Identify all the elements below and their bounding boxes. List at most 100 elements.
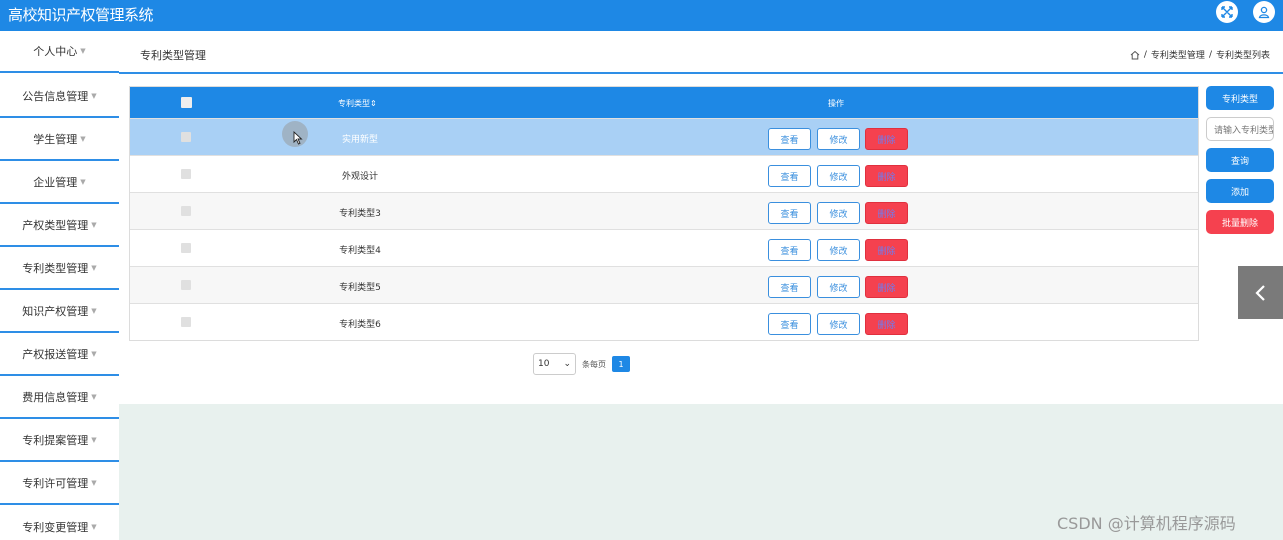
- view-button[interactable]: 查看: [768, 276, 811, 298]
- view-button[interactable]: 查看: [768, 128, 811, 150]
- sidebar-item-label: 公告信息管理: [22, 90, 89, 103]
- edit-button[interactable]: 修改: [817, 202, 860, 224]
- table-row[interactable]: 专利类型5 查看 修改 删除: [130, 266, 1198, 303]
- delete-button[interactable]: 删除: [865, 128, 908, 150]
- mouse-cursor-icon: [293, 131, 303, 145]
- caret-down-icon: ▼: [91, 350, 97, 358]
- column-header-operation: 操作: [828, 99, 844, 108]
- sidebar-item-label: 产权类型管理: [22, 219, 89, 232]
- caret-down-icon: ▼: [91, 393, 97, 401]
- row-checkbox[interactable]: [181, 169, 191, 179]
- table-row[interactable]: 外观设计 查看 修改 删除: [130, 155, 1198, 192]
- row-checkbox[interactable]: [181, 280, 191, 290]
- top-bar: 高校知识产权管理系统: [0, 0, 1283, 31]
- sidebar-item-property-types[interactable]: 产权类型管理 ▼: [0, 205, 119, 247]
- view-button[interactable]: 查看: [768, 239, 811, 261]
- search-input[interactable]: 请输入专利类型: [1206, 117, 1274, 141]
- search-button[interactable]: 查询: [1206, 148, 1274, 172]
- view-button[interactable]: 查看: [768, 165, 811, 187]
- sidebar-item-label: 专利许可管理: [22, 477, 89, 490]
- collapse-panel-button[interactable]: [1238, 266, 1283, 319]
- per-page-label: 条每页: [582, 360, 606, 369]
- sidebar-item-label: 费用信息管理: [22, 391, 89, 404]
- page-header: 专利类型管理 / 专利类型管理 / 专利类型列表: [119, 31, 1283, 74]
- batch-delete-button[interactable]: 批量删除: [1206, 210, 1274, 234]
- sidebar-item-students[interactable]: 学生管理 ▼: [0, 119, 119, 161]
- edit-button[interactable]: 修改: [817, 239, 860, 261]
- sidebar-item-submissions[interactable]: 产权报送管理 ▼: [0, 334, 119, 376]
- edit-button[interactable]: 修改: [817, 276, 860, 298]
- view-button[interactable]: 查看: [768, 313, 811, 335]
- sidebar-item-label: 企业管理: [33, 176, 78, 189]
- caret-down-icon: ▼: [80, 178, 86, 186]
- breadcrumb: / 专利类型管理 / 专利类型列表: [1130, 48, 1270, 61]
- delete-button[interactable]: 删除: [865, 276, 908, 298]
- sidebar: 个人中心 ▼ 公告信息管理 ▼ 学生管理 ▼ 企业管理 ▼ 产权类型管理 ▼ 专利类型管理…: [0, 31, 119, 540]
- sidebar-item-fees[interactable]: 费用信息管理 ▼: [0, 377, 119, 419]
- watermark: CSDN @计算机程序源码: [1057, 514, 1236, 533]
- sidebar-item-label: 专利类型管理: [22, 262, 89, 275]
- edit-button[interactable]: 修改: [817, 128, 860, 150]
- cell-type-name: 实用新型: [341, 135, 378, 145]
- cell-type-name: 外观设计: [341, 172, 378, 182]
- table-row[interactable]: 专利类型3 查看 修改 删除: [130, 192, 1198, 229]
- cell-type-name: 专利类型3: [339, 209, 381, 219]
- row-checkbox[interactable]: [181, 317, 191, 327]
- caret-down-icon: ▼: [91, 479, 97, 487]
- row-checkbox[interactable]: [181, 132, 191, 142]
- chevron-left-icon: [1254, 284, 1265, 301]
- caret-down-icon: ▼: [91, 221, 97, 229]
- fullscreen-icon[interactable]: [1216, 1, 1238, 23]
- app-title: 高校知识产权管理系统: [8, 6, 154, 24]
- cell-type-name: 专利类型5: [339, 283, 381, 293]
- row-checkbox[interactable]: [181, 243, 191, 253]
- page-title: 专利类型管理: [140, 49, 206, 62]
- sidebar-item-proposals[interactable]: 专利提案管理 ▼: [0, 420, 119, 462]
- home-icon[interactable]: [1130, 50, 1140, 60]
- add-button[interactable]: 添加: [1206, 179, 1274, 203]
- sidebar-item-ip[interactable]: 知识产权管理 ▼: [0, 291, 119, 333]
- page-number-current[interactable]: 1: [612, 356, 630, 372]
- delete-button[interactable]: 删除: [865, 165, 908, 187]
- caret-down-icon: ▼: [80, 47, 86, 55]
- view-button[interactable]: 查看: [768, 202, 811, 224]
- sidebar-item-label: 知识产权管理: [22, 305, 89, 318]
- table-header: 专利类型⇕ 操作: [130, 87, 1198, 118]
- user-avatar-icon[interactable]: [1253, 1, 1275, 23]
- sidebar-item-personal-center[interactable]: 个人中心 ▼: [0, 31, 119, 73]
- sidebar-item-patent-types[interactable]: 专利类型管理 ▼: [0, 248, 119, 290]
- caret-down-icon: ▼: [91, 92, 97, 100]
- sidebar-item-enterprises[interactable]: 企业管理 ▼: [0, 162, 119, 204]
- edit-button[interactable]: 修改: [817, 165, 860, 187]
- row-checkbox[interactable]: [181, 206, 191, 216]
- select-all-checkbox[interactable]: [181, 97, 192, 108]
- sort-icon[interactable]: ⇕: [370, 99, 377, 108]
- caret-down-icon: ▼: [80, 135, 86, 143]
- sidebar-item-label: 个人中心: [33, 45, 78, 58]
- sidebar-item-label: 学生管理: [33, 133, 78, 146]
- sidebar-item-label: 产权报送管理: [22, 348, 89, 361]
- breadcrumb-item: 专利类型列表: [1215, 51, 1270, 61]
- table-row[interactable]: 专利类型4 查看 修改 删除: [130, 229, 1198, 266]
- cell-type-name: 专利类型4: [339, 246, 381, 256]
- delete-button[interactable]: 删除: [865, 313, 908, 335]
- caret-down-icon: ▼: [91, 436, 97, 444]
- chevron-down-icon: ⌄: [563, 359, 571, 369]
- delete-button[interactable]: 删除: [865, 239, 908, 261]
- column-header-type[interactable]: 专利类型⇕: [338, 98, 377, 109]
- delete-button[interactable]: 删除: [865, 202, 908, 224]
- edit-button[interactable]: 修改: [817, 313, 860, 335]
- caret-down-icon: ▼: [91, 307, 97, 315]
- sidebar-item-licenses[interactable]: 专利许可管理 ▼: [0, 463, 119, 505]
- table-row[interactable]: 专利类型6 查看 修改 删除: [130, 303, 1198, 340]
- breadcrumb-item[interactable]: 专利类型管理: [1151, 48, 1205, 61]
- sidebar-item-label: 专利提案管理: [22, 434, 89, 447]
- sidebar-item-label: 专利变更管理: [22, 521, 89, 534]
- patent-type-label-button: 专利类型: [1206, 86, 1274, 110]
- sidebar-item-changes[interactable]: 专利变更管理 ▼: [0, 506, 119, 540]
- page-size-select[interactable]: 10 ⌄: [533, 353, 576, 375]
- sidebar-item-announcements[interactable]: 公告信息管理 ▼: [0, 76, 119, 118]
- caret-down-icon: ▼: [91, 264, 97, 272]
- cell-type-name: 专利类型6: [339, 320, 381, 330]
- caret-down-icon: ▼: [91, 523, 97, 531]
